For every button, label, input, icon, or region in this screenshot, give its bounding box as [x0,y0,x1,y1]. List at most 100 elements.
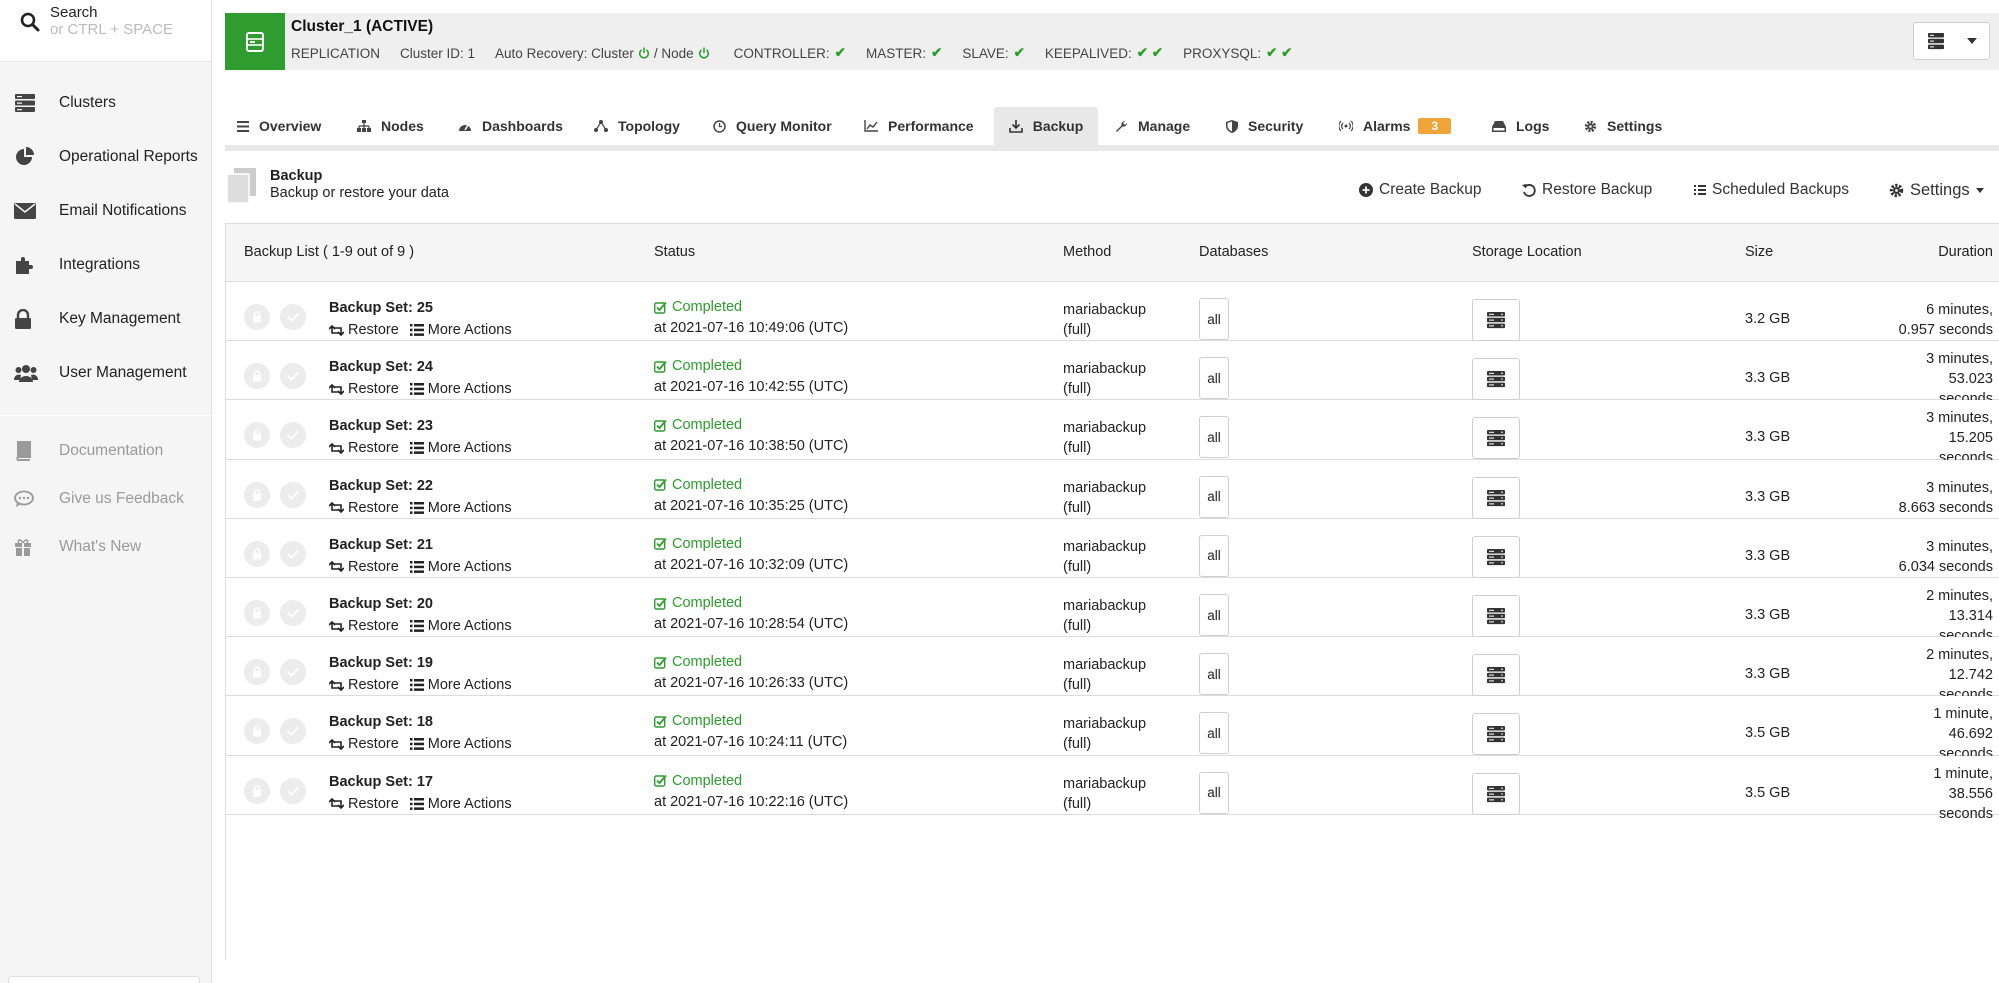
verify-check-icon[interactable] [280,659,306,686]
more-actions-link[interactable]: More Actions [409,736,512,753]
lock-toggle-icon[interactable] [244,659,270,686]
retweet-icon [329,502,344,514]
sidebar-item-clusters[interactable]: Clusters [0,88,212,118]
databases-button[interactable]: all [1199,594,1229,636]
verify-check-icon[interactable] [280,777,306,804]
row-actions: Restore More Actions [329,559,523,575]
create-backup-button[interactable]: Create Backup [1359,181,1482,199]
restore-link[interactable]: Restore [329,677,399,693]
restore-link[interactable]: Restore [329,322,399,338]
verify-check-icon[interactable] [280,481,306,508]
tab-dashboards[interactable]: Dashboards [458,107,563,145]
databases-button[interactable]: all [1199,712,1229,755]
lock-toggle-icon[interactable] [244,540,270,567]
backup-table: Backup List ( 1-9 out of 9 ) Status Meth… [225,223,1999,960]
more-actions-label: More Actions [427,381,512,398]
verify-check-icon[interactable] [280,718,306,745]
sidebar-item-give-feedback[interactable]: Give us Feedback [0,484,212,514]
databases-button[interactable]: all [1199,653,1229,696]
databases-button[interactable]: all [1199,771,1229,814]
tab-manage[interactable]: Manage [1115,107,1190,145]
auto-recovery-label: Auto Recovery: Cluster [495,45,634,61]
more-actions-link[interactable]: More Actions [409,796,512,812]
sidebar-item-documentation[interactable]: Documentation [0,436,212,466]
tab-overview[interactable]: Overview [237,107,321,145]
restore-link[interactable]: Restore [329,500,399,516]
verify-check-icon[interactable] [280,600,306,626]
lock-toggle-icon[interactable] [244,304,270,330]
tab-topology[interactable]: Topology [594,107,680,145]
tab-settings[interactable]: Settings [1584,107,1662,145]
tab-alarms[interactable]: Alarms 3 [1339,107,1452,145]
storage-location-button[interactable] [1472,299,1520,341]
cluster-server-icon [225,13,285,70]
search-box[interactable]: Search or CTRL + SPACE [0,0,211,62]
storage-location-button[interactable] [1472,772,1520,815]
list-alt-icon [409,383,424,396]
lock-toggle-icon[interactable] [244,481,270,508]
scheduled-backups-button[interactable]: Scheduled Backups [1694,181,1849,199]
storage-location-button[interactable] [1472,595,1520,637]
cluster-name[interactable]: Cluster_1 (ACTIVE) [291,18,433,36]
tab-backup[interactable]: Backup [994,107,1098,145]
cluster-actions-dropdown[interactable] [1913,22,1990,60]
storage-location-button[interactable] [1472,654,1520,697]
sidebar-item-key-management[interactable]: Key Management [0,304,212,334]
verify-check-icon[interactable] [280,363,306,390]
tab-nodes[interactable]: Nodes [357,107,424,145]
databases-label: all [1207,370,1221,386]
databases-button[interactable]: all [1199,534,1229,577]
databases-button[interactable]: all [1199,357,1229,400]
tab-logs[interactable]: Logs [1492,107,1549,145]
storage-location-button[interactable] [1472,713,1520,756]
more-actions-link[interactable]: More Actions [409,677,512,693]
sidebar-item-operational-reports[interactable]: Operational Reports [0,142,212,172]
storage-location-button[interactable] [1472,535,1520,578]
restore-link[interactable]: Restore [329,440,399,456]
tab-performance[interactable]: Performance [864,107,974,145]
more-actions-link[interactable]: More Actions [409,618,512,634]
retweet-icon [329,324,344,336]
more-actions-label: More Actions [427,736,512,753]
check-square-icon [654,656,667,669]
backup-settings-dropdown[interactable]: Settings [1889,181,1984,200]
more-actions-link[interactable]: More Actions [409,440,512,456]
method-name: mariabackup [1063,657,1147,674]
databases-button[interactable]: all [1199,416,1229,459]
restore-link[interactable]: Restore [329,796,399,812]
verify-check-icon[interactable] [280,540,306,567]
more-actions-link[interactable]: More Actions [409,500,512,516]
gift-icon [14,538,40,556]
storage-location-button[interactable] [1472,358,1520,401]
power-icon[interactable] [698,47,710,59]
sidebar-item-integrations[interactable]: Integrations [0,250,212,280]
duration-line: 3 minutes, [1926,410,1993,427]
power-icon[interactable] [638,47,650,59]
lock-toggle-icon[interactable] [244,777,270,804]
storage-location-button[interactable] [1472,476,1520,519]
lock-toggle-icon[interactable] [244,600,270,626]
sidebar-item-user-management[interactable]: User Management [0,358,212,388]
lock-toggle-icon[interactable] [244,422,270,449]
restore-link[interactable]: Restore [329,736,399,752]
lock-toggle-icon[interactable] [244,363,270,390]
verify-check-icon[interactable] [280,422,306,449]
verify-check-icon[interactable] [280,304,306,330]
lock-toggle-icon[interactable] [244,718,270,745]
sidebar-item-email-notifications[interactable]: Email Notifications [0,196,212,226]
restore-link[interactable]: Restore [329,381,399,397]
sidebar-item-whats-new[interactable]: What's New [0,532,212,562]
more-actions-link[interactable]: More Actions [409,559,512,575]
storage-location-button[interactable] [1472,417,1520,460]
more-actions-link[interactable]: More Actions [409,322,512,338]
cluster-header: Cluster_1 (ACTIVE) REPLICATION Cluster I… [225,13,1999,70]
restore-backup-button[interactable]: Restore Backup [1522,181,1652,199]
list-alt-icon [409,560,424,573]
databases-button[interactable]: all [1199,475,1229,518]
restore-link[interactable]: Restore [329,559,399,575]
tab-security[interactable]: Security [1226,107,1303,145]
restore-link[interactable]: Restore [329,618,399,634]
more-actions-link[interactable]: More Actions [409,381,512,398]
tab-query-monitor[interactable]: Query Monitor [713,107,832,145]
databases-button[interactable]: all [1199,298,1229,340]
